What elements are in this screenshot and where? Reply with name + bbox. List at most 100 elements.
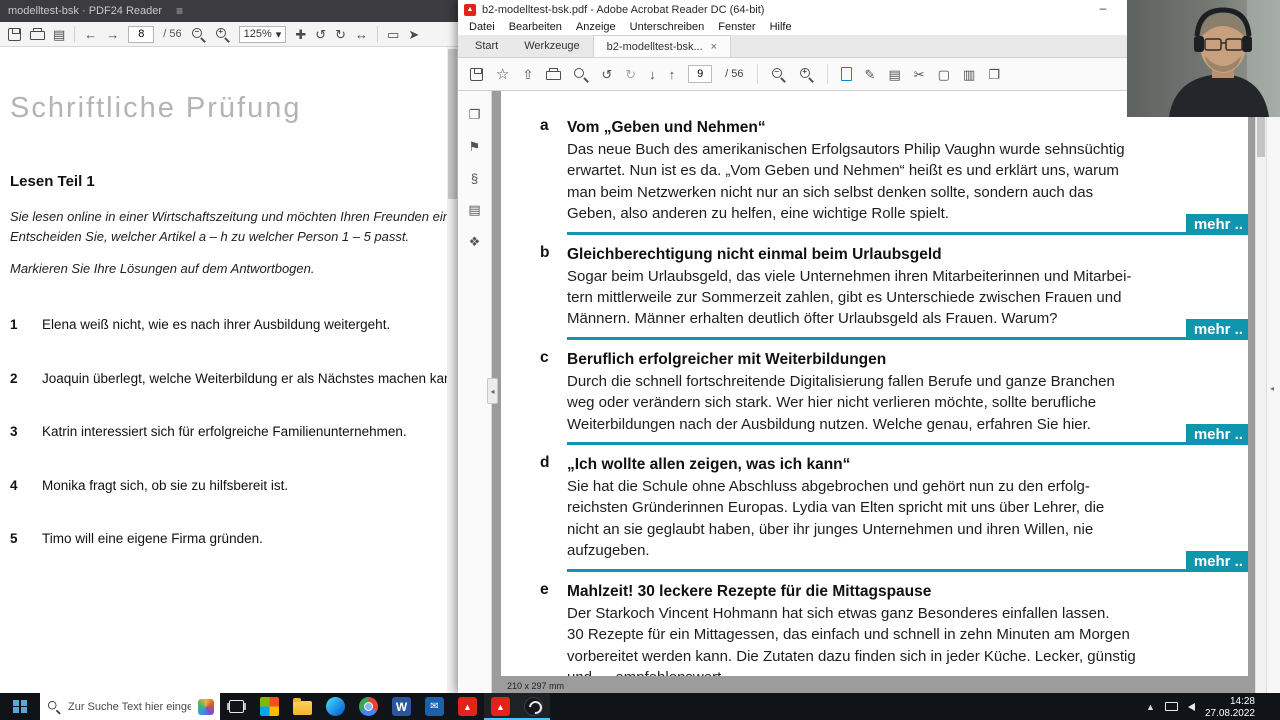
document-instruction: Markieren Sie Ihre Lösungen auf dem Antw… <box>10 261 315 276</box>
back-icon[interactable]: ← <box>84 28 97 41</box>
pan-icon[interactable]: ✚ <box>295 28 306 41</box>
hamburger-menu-icon[interactable]: ≡ <box>176 4 183 18</box>
tray-expand-icon[interactable]: ▲ <box>1146 702 1155 712</box>
blank-page-icon[interactable]: ▢ <box>938 68 950 81</box>
mehr-button: mehr .. <box>1185 424 1248 446</box>
pinned-word-button[interactable]: W <box>385 693 418 720</box>
article-divider: mehr .. <box>567 318 1248 340</box>
article-title: Beruflich erfolgreicher mit Weiterbildun… <box>567 350 887 368</box>
tab-document[interactable]: b2-modelltest-bsk... × <box>592 35 732 57</box>
rotate-left-icon[interactable]: ↺ <box>315 28 326 41</box>
forward-icon[interactable]: → <box>106 28 119 41</box>
page-number-input[interactable] <box>128 25 155 43</box>
file-explorer-icon <box>293 698 312 715</box>
edit-icon[interactable]: ✎ <box>865 68 876 81</box>
pdf24-titlebar[interactable]: modelltest-bsk · PDF24 Reader ≡ <box>0 0 458 22</box>
pinned-mail-button[interactable]: ✉ <box>418 693 451 720</box>
word-icon: W <box>392 697 411 716</box>
pinned-chrome-button[interactable] <box>352 693 385 720</box>
person-number: 5 <box>10 531 18 546</box>
collapse-sidebar-button[interactable]: ◂ <box>487 378 498 404</box>
page-thumbnails-icon[interactable]: ❐ <box>469 107 481 123</box>
zoom-level-select[interactable]: 125% ▾ <box>238 25 287 43</box>
compare-icon[interactable]: ❐ <box>988 68 1000 81</box>
person-text: Joaquin überlegt, welche Weiterbildung e… <box>42 371 458 386</box>
tab-werkzeuge[interactable]: Werkzeuge <box>511 35 592 57</box>
share-icon[interactable]: ⇧ <box>522 68 533 81</box>
export-pdf-icon[interactable] <box>840 67 852 81</box>
presenter-video <box>1127 0 1280 117</box>
cursor-icon[interactable]: ➤ <box>408 28 419 41</box>
acrobat-scrollbar[interactable] <box>1255 91 1266 693</box>
page-total-label: / 56 <box>725 68 744 80</box>
zoom-in-icon[interactable]: + <box>215 27 230 42</box>
page-number-input[interactable] <box>688 65 713 83</box>
save-icon[interactable] <box>8 27 21 41</box>
save-icon[interactable] <box>470 67 483 81</box>
organize-pages-icon[interactable]: ▥ <box>963 68 975 81</box>
menu-unterschreiben[interactable]: Unterschreiben <box>623 21 712 33</box>
menu-hilfe[interactable]: Hilfe <box>763 21 799 33</box>
pinned-explorer-button[interactable] <box>286 693 319 720</box>
pinned-edge-button[interactable] <box>319 693 352 720</box>
close-tab-icon[interactable]: × <box>711 41 717 53</box>
attachments-icon[interactable]: § <box>471 171 478 186</box>
article-body: Sie hat die Schule ohne Abschluss abgebr… <box>567 478 1105 560</box>
running-obs-button[interactable] <box>517 693 550 720</box>
display-icon[interactable] <box>1164 702 1178 711</box>
tab-start[interactable]: Start <box>462 35 511 57</box>
volume-icon[interactable] <box>1187 702 1195 711</box>
pinned-acrobat-button[interactable]: ▲ <box>451 693 484 720</box>
chevron-down-icon: ▾ <box>275 28 282 41</box>
taskbar-search-box[interactable]: Zur Suche Text hier eingeben <box>40 693 220 720</box>
print-icon[interactable] <box>30 27 45 41</box>
pdf24-document-area: Schriftliche Prüfung Lesen Teil 1 Sie le… <box>0 47 458 693</box>
pdf24-scrollbar[interactable] <box>447 47 458 693</box>
pinned-photos-button[interactable] <box>253 693 286 720</box>
task-view-button[interactable] <box>220 693 253 720</box>
taskbar-clock[interactable]: 14:28 27.08.2022 <box>1205 694 1257 719</box>
start-button[interactable] <box>0 693 40 720</box>
tags-icon[interactable]: ❖ <box>469 234 481 250</box>
minimize-button[interactable]: – <box>1088 0 1118 19</box>
comment-icon[interactable]: ▤ <box>888 68 900 81</box>
bookmarks-icon[interactable]: ⚑ <box>469 139 481 155</box>
select-area-icon[interactable]: ▭ <box>387 28 399 41</box>
toolbar-divider <box>74 26 76 42</box>
mehr-button: mehr .. <box>1185 318 1248 340</box>
rotate-right-icon[interactable]: ↻ <box>335 28 346 41</box>
toolbar-divider <box>756 64 758 84</box>
zoom-out-icon[interactable]: − <box>771 67 786 82</box>
open-tools-panel-icon[interactable]: ◂ <box>1270 384 1274 393</box>
zoom-out-icon[interactable]: − <box>191 27 206 42</box>
previous-view-icon[interactable]: ↺ <box>601 68 612 81</box>
article-letter: c <box>540 348 549 366</box>
windows-logo-icon <box>13 699 27 714</box>
crop-icon[interactable]: ✂ <box>914 68 925 81</box>
menu-fenster[interactable]: Fenster <box>711 21 762 33</box>
page-up-icon[interactable]: ↑ <box>669 68 676 81</box>
star-icon[interactable]: ☆ <box>496 67 509 82</box>
article-title: „Ich wollte allen zeigen, was ich kann“ <box>567 456 851 474</box>
page-down-icon[interactable]: ↓ <box>649 68 656 81</box>
running-acrobat-button[interactable]: ▲ <box>484 693 517 720</box>
acrobat-window-title: b2-modelltest-bsk.pdf - Adobe Acrobat Re… <box>482 3 765 16</box>
print-icon[interactable] <box>546 67 562 81</box>
menu-datei[interactable]: Datei <box>462 21 502 33</box>
next-view-icon[interactable]: ↻ <box>625 68 636 81</box>
article-letter: b <box>540 243 550 261</box>
menu-anzeige[interactable]: Anzeige <box>569 21 623 33</box>
webcam-overlay <box>1127 0 1280 117</box>
measure-icon[interactable]: ↔ <box>355 28 368 41</box>
search-highlights-icon[interactable] <box>198 698 214 715</box>
menu-bearbeiten[interactable]: Bearbeiten <box>502 21 569 33</box>
page-thumbnails-icon[interactable]: ▤ <box>53 28 65 41</box>
tools-panel-strip[interactable]: ◂ <box>1266 91 1280 693</box>
find-icon[interactable] <box>573 67 588 82</box>
scrollbar-thumb[interactable] <box>448 49 457 199</box>
document-heading: Schriftliche Prüfung <box>10 92 302 124</box>
clock-date: 27.08.2022 <box>1204 707 1255 719</box>
layers-icon[interactable]: ▤ <box>468 202 480 218</box>
zoom-in-icon[interactable]: + <box>799 67 814 82</box>
person-text: Timo will eine eigene Firma gründen. <box>42 531 263 546</box>
